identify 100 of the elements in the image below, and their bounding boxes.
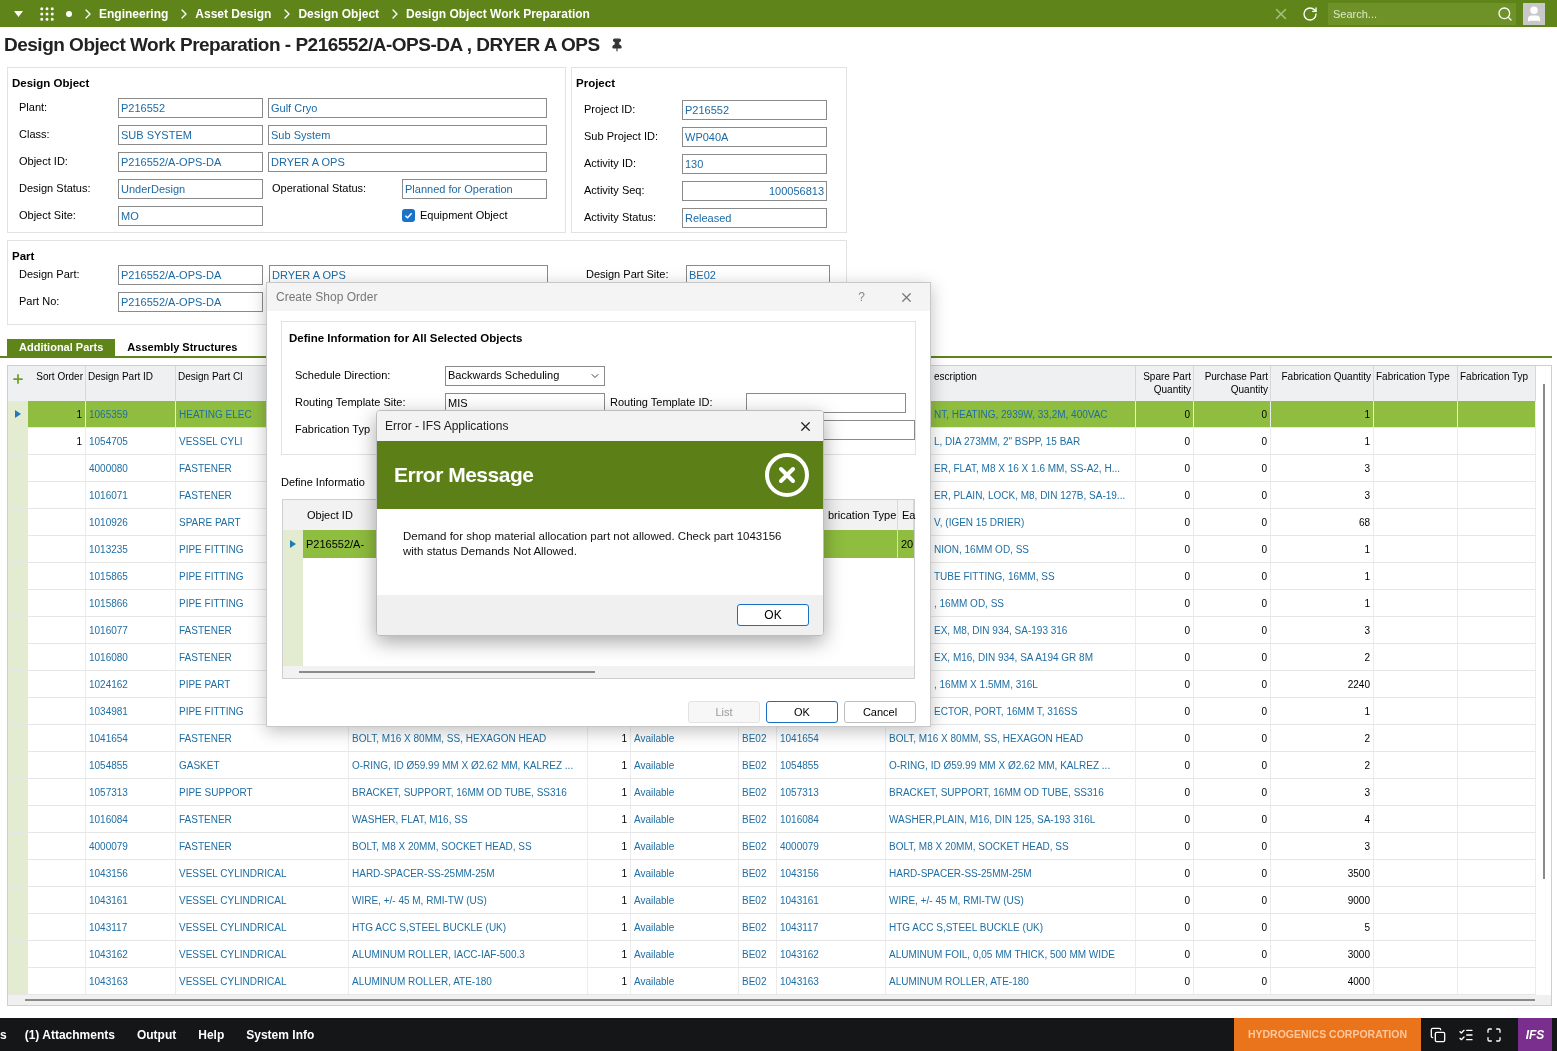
table-cell-text: 0	[1184, 677, 1190, 692]
field-label: Activity ID:	[584, 156, 637, 172]
table-cell-text: 1015865	[89, 569, 128, 584]
table-cell-text: 3	[1364, 488, 1370, 503]
table-cell-text: GASKET	[179, 758, 220, 773]
field-label: Activity Status:	[584, 210, 658, 226]
table-cell-text: BOLT, M16 X 80MM, SS, HEXAGON HEAD	[352, 731, 547, 746]
table-cell-text: ALUMINUM ROLLER, IACC-IAF-500.3	[352, 947, 525, 962]
table-cell-text: BE02	[742, 866, 767, 881]
table-cell-text: FASTENER	[179, 650, 232, 665]
table-cell-text: 0	[1261, 839, 1267, 854]
table-cell-text: 1016071	[89, 488, 128, 503]
table-cell-text: , 16MM X 1.5MM, 316L	[934, 677, 1038, 692]
page-title: Design Object Work Preparation - P216552/A-OPS-DA , DRYER A OPS	[4, 32, 600, 57]
table-cell-text: 2240	[1347, 677, 1370, 692]
table-cell-text: 1043162	[780, 947, 819, 962]
table-cell-text: 1013235	[89, 542, 128, 557]
table-cell-text: HARD-SPACER-SS-25MM-25M	[352, 866, 495, 881]
table-cell-text: BOLT, M8 X 20MM, SOCKET HEAD, SS	[889, 839, 1069, 854]
table-cell-text: V, (IGEN 15 DRIER)	[934, 515, 1025, 530]
table-cell-text: 0	[1261, 677, 1267, 692]
field-label: Project ID:	[584, 102, 637, 118]
table-cell-text: P216552/A-	[306, 536, 365, 552]
table-cell-text: ER, PLAIN, LOCK, M8, DIN 127B, SA-19...	[934, 488, 1126, 503]
error-message: Demand for shop material allocation part not allowed. Check part 1043156 with status Demands Not Allowed.	[403, 529, 783, 559]
table-cell-text: Available	[634, 920, 675, 935]
table-cell-text: 1	[1364, 542, 1370, 557]
table-cell-text: VESSEL CYLINDRICAL	[179, 893, 287, 908]
table-cell-text: HTG ACC S,STEEL BUCKLE (UK)	[889, 920, 1044, 935]
table-cell-text: 1043161	[89, 893, 128, 908]
table-cell-text: 0	[1184, 920, 1190, 935]
logo: IFS	[1518, 1018, 1552, 1051]
table-cell-text: Available	[634, 947, 675, 962]
table-cell-text: 1	[1364, 407, 1370, 422]
table-cell-text: BOLT, M8 X 20MM, SOCKET HEAD, SS	[352, 839, 532, 854]
table-cell-text: 1	[621, 947, 627, 962]
table-cell-text: 1010926	[89, 515, 128, 530]
table-cell-text: 1043163	[89, 974, 128, 989]
table-cell-text: 1043117	[780, 920, 819, 935]
table-cell-text: SPARE PART	[179, 515, 241, 530]
field-label: Object Site:	[19, 208, 77, 224]
table-cell-text: ALUMINUM FOIL, 0,05 MM THICK, 500 MM WIDE	[889, 947, 1115, 962]
table-cell-text: 2	[1364, 731, 1370, 746]
table-cell-text: FASTENER	[179, 461, 232, 476]
table-cell-text: 0	[1261, 407, 1267, 422]
table-cell-text: BE02	[742, 812, 767, 827]
table-cell-text: 1034981	[89, 704, 128, 719]
table-cell-text: HARD-SPACER-SS-25MM-25M	[889, 866, 1032, 881]
table-cell-text: 0	[1184, 434, 1190, 449]
table-cell-text: 1043156	[780, 866, 819, 881]
table-cell-text: 1	[621, 920, 627, 935]
table-cell-text: 1043117	[89, 920, 128, 935]
table-cell-text: 0	[1184, 515, 1190, 530]
table-cell-text: HEATING ELEC	[179, 407, 252, 422]
field-label: Operational Status:	[272, 181, 368, 197]
table-cell-text: WIRE, +/- 45 M, RMI-TW (US)	[352, 893, 487, 908]
table-cell-text: 1	[1364, 704, 1370, 719]
table-cell-text: 0	[1184, 704, 1190, 719]
field-label: Routing Template ID:	[610, 395, 714, 411]
field-label: Routing Template Site:	[295, 395, 407, 411]
table-cell-text: 1	[76, 434, 82, 449]
table-cell-text: PIPE FITTING	[179, 596, 244, 611]
table-cell-text: 1043163	[780, 974, 819, 989]
table-cell-text: 1043162	[89, 947, 128, 962]
table-cell-text: 4	[1364, 812, 1370, 827]
table-cell-text: 0	[1184, 974, 1190, 989]
table-cell-text: 3	[1364, 839, 1370, 854]
table-cell-text: 68	[1358, 515, 1370, 530]
field-label: Sub Project ID:	[584, 129, 659, 145]
table-cell-text: PIPE PART	[179, 677, 231, 692]
table-cell-text: VESSEL CYLINDRICAL	[179, 866, 287, 881]
table-cell-text: Available	[634, 974, 675, 989]
table-cell-text: NION, 16MM OD, SS	[934, 542, 1029, 557]
table-cell-text: WASHER, FLAT, M16, SS	[352, 812, 468, 827]
field-label: Fabrication Typ	[295, 422, 370, 438]
table-cell-text: FASTENER	[179, 731, 232, 746]
table-cell-text: 0	[1261, 569, 1267, 584]
table-cell-text: 5	[1364, 920, 1370, 935]
group-title: Part	[12, 250, 35, 262]
table-cell-text: 0	[1184, 947, 1190, 962]
table-cell-text: 0	[1184, 542, 1190, 557]
table-cell-text: 3	[1364, 785, 1370, 800]
table-cell-text: 0	[1261, 974, 1267, 989]
table-cell-text: VESSEL CYLI	[179, 434, 243, 449]
table-cell-text: Available	[634, 758, 675, 773]
table-cell-text: 4000	[1347, 974, 1370, 989]
table-cell-text: 1	[76, 407, 82, 422]
table-cell-text: 0	[1261, 488, 1267, 503]
table-cell-text: 0	[1261, 812, 1267, 827]
table-cell-text: FASTENER	[179, 839, 232, 854]
table-cell-text: 0	[1184, 839, 1190, 854]
table-cell-text: 1	[1364, 596, 1370, 611]
group-title: Define Information for All Selected Objects	[289, 332, 523, 344]
table-cell-text: 4000079	[89, 839, 128, 854]
table-cell-text: 1	[621, 893, 627, 908]
table-cell-text: Available	[634, 785, 675, 800]
section-label: Define Informatio	[281, 476, 365, 488]
table-cell-text: HTG ACC S,STEEL BUCKLE (UK)	[352, 920, 507, 935]
table-cell-text: 1054705	[89, 434, 128, 449]
table-cell-text: 3000	[1347, 947, 1370, 962]
